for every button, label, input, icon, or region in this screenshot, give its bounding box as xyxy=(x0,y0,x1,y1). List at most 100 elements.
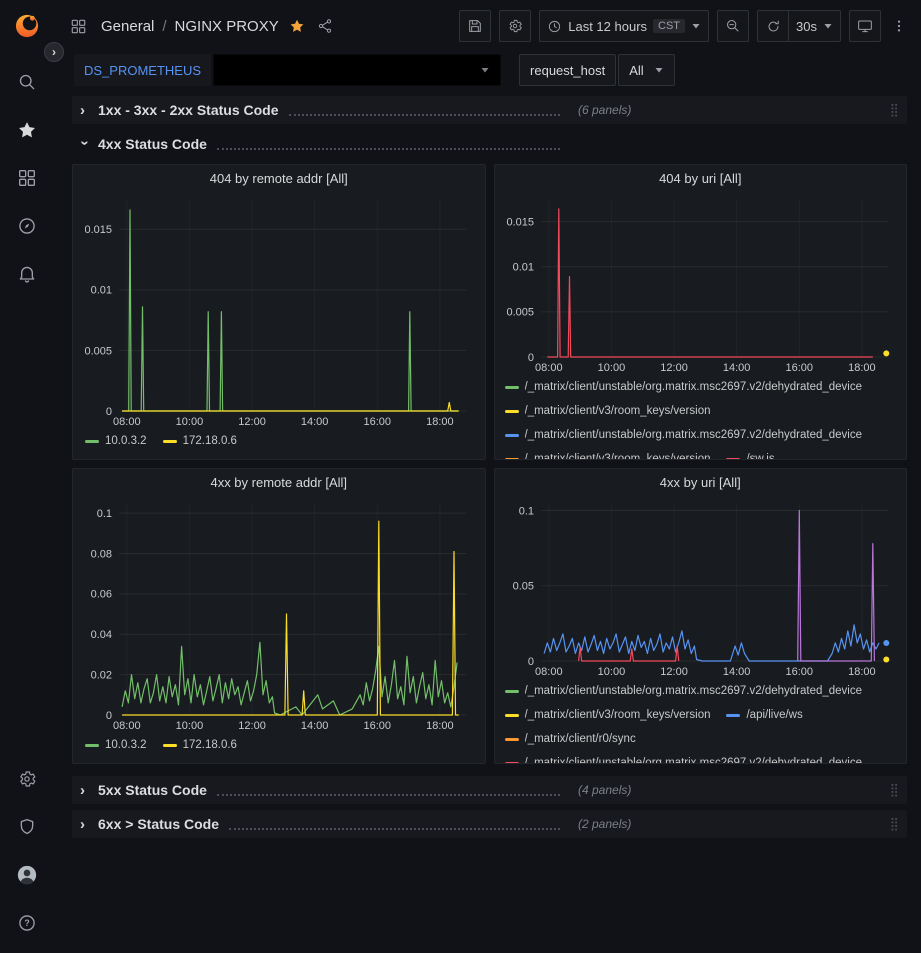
svg-text:16:00: 16:00 xyxy=(364,720,392,732)
panel-legend: /_matrix/client/unstable/org.matrix.msc2… xyxy=(495,679,907,763)
clock-icon xyxy=(547,19,562,34)
row-title: 6xx > Status Code xyxy=(98,816,219,832)
legend-item[interactable]: /_matrix/client/unstable/org.matrix.msc2… xyxy=(505,375,863,399)
legend-item[interactable]: 10.0.3.2 xyxy=(85,733,147,757)
sidebar-item-help[interactable]: ? xyxy=(7,903,47,943)
chevron-down-icon: › xyxy=(78,140,93,150)
svg-text:0.005: 0.005 xyxy=(84,345,112,357)
svg-text:12:00: 12:00 xyxy=(660,362,688,374)
row-1xx-3xx-2xx[interactable]: › 1xx - 3xx - 2xx Status Code (6 panels)… xyxy=(72,96,907,124)
sidebar-item-dashboards[interactable] xyxy=(7,158,47,198)
svg-text:08:00: 08:00 xyxy=(535,666,563,678)
legend-item[interactable]: /_matrix/client/r0/sync xyxy=(505,727,636,751)
more-options-button[interactable] xyxy=(889,14,909,38)
panel-4xx-by-remote-addr: 4xx by remote addr [All] 08:0010:0012:00… xyxy=(72,468,486,764)
legend-item[interactable]: /_matrix/client/unstable/org.matrix.msc2… xyxy=(505,679,863,703)
legend-item[interactable]: /_matrix/client/unstable/org.matrix.msc2… xyxy=(505,751,863,763)
legend-item[interactable]: /api/live/ws xyxy=(726,703,802,727)
row-drag-handle[interactable]: ⣿ xyxy=(889,102,899,118)
time-series-chart[interactable]: 08:0010:0012:0014:0016:0018:0000.020.040… xyxy=(77,495,481,733)
tv-mode-button[interactable] xyxy=(849,10,881,42)
refresh-button[interactable] xyxy=(757,10,789,42)
breadcrumb-folder[interactable]: General xyxy=(101,18,154,35)
save-icon xyxy=(467,18,483,34)
legend-label: /_matrix/client/unstable/org.matrix.msc2… xyxy=(525,429,863,441)
panel-title[interactable]: 404 by uri [All] xyxy=(495,165,907,191)
time-series-chart[interactable]: 08:0010:0012:0014:0016:0018:0000.0050.01… xyxy=(499,191,903,375)
breadcrumb-separator: / xyxy=(162,18,166,35)
panel-title[interactable]: 4xx by uri [All] xyxy=(495,469,907,495)
row-4xx[interactable]: › 4xx Status Code xyxy=(72,130,907,158)
zoom-out-button[interactable] xyxy=(717,10,749,42)
sidebar-item-configuration[interactable] xyxy=(7,759,47,799)
chart-area: 08:0010:0012:0014:0016:0018:0000.0050.01… xyxy=(495,191,907,375)
legend-item[interactable]: 172.18.0.6 xyxy=(163,429,237,453)
row-dots xyxy=(217,794,560,796)
svg-text:18:00: 18:00 xyxy=(848,362,876,374)
save-dashboard-button[interactable] xyxy=(459,10,491,42)
svg-text:0.04: 0.04 xyxy=(91,629,112,641)
dashboard-settings-button[interactable] xyxy=(499,10,531,42)
datasource-select[interactable] xyxy=(213,54,501,86)
dashboard-scroll-area[interactable]: › 1xx - 3xx - 2xx Status Code (6 panels)… xyxy=(54,90,921,953)
sidebar-item-explore[interactable] xyxy=(7,206,47,246)
expand-sidebar-button[interactable]: › xyxy=(44,42,64,62)
time-series-chart[interactable]: 08:0010:0012:0014:0016:0018:0000.0050.01… xyxy=(77,191,481,429)
legend-item[interactable]: /sw.js xyxy=(726,447,774,459)
svg-text:08:00: 08:00 xyxy=(113,720,141,732)
sidebar-item-alerting[interactable] xyxy=(7,254,47,294)
time-series-chart[interactable]: 08:0010:0012:0014:0016:0018:0000.050.1 xyxy=(499,495,903,679)
datasource-variable-label[interactable]: DS_PROMETHEUS xyxy=(74,54,211,86)
series-color-marker xyxy=(505,762,519,764)
sidebar-item-starred[interactable] xyxy=(7,110,47,150)
caret-down-icon xyxy=(654,65,664,75)
panel-404-by-remote-addr: 404 by remote addr [All] 08:0010:0012:00… xyxy=(72,164,486,460)
legend-item[interactable]: /_matrix/client/v3/room_keys/version xyxy=(505,703,711,727)
chart-area: 08:0010:0012:0014:0016:0018:0000.020.040… xyxy=(73,495,485,733)
request-host-value: All xyxy=(629,63,643,78)
svg-text:0.015: 0.015 xyxy=(84,224,112,236)
panel-title[interactable]: 404 by remote addr [All] xyxy=(73,165,485,191)
legend-label: 172.18.0.6 xyxy=(183,435,237,447)
svg-text:?: ? xyxy=(24,918,29,928)
row-5xx[interactable]: › 5xx Status Code (4 panels) ⣿ xyxy=(72,776,907,804)
refresh-interval-picker[interactable]: 30s xyxy=(789,10,841,42)
caret-down-icon xyxy=(480,65,490,75)
svg-text:16:00: 16:00 xyxy=(364,416,392,428)
row-6xx[interactable]: › 6xx > Status Code (2 panels) ⣿ xyxy=(72,810,907,838)
legend-item[interactable]: /_matrix/client/v3/room_keys/version xyxy=(505,447,711,459)
favorite-star-icon[interactable] xyxy=(287,16,307,36)
sidebar-item-server-admin[interactable] xyxy=(7,807,47,847)
svg-text:12:00: 12:00 xyxy=(238,416,266,428)
share-icon[interactable] xyxy=(315,16,335,36)
row-drag-handle[interactable]: ⣿ xyxy=(889,782,899,798)
grafana-app: ? › General / NGINX PROXY xyxy=(0,0,921,953)
legend-item[interactable]: 10.0.3.2 xyxy=(85,429,147,453)
svg-text:0: 0 xyxy=(527,352,533,364)
refresh-group: 30s xyxy=(757,10,841,42)
row-dots xyxy=(229,828,560,830)
panel-4xx-by-uri: 4xx by uri [All] 08:0010:0012:0014:0016:… xyxy=(494,468,908,764)
svg-text:0.02: 0.02 xyxy=(91,669,112,681)
series-color-marker xyxy=(505,410,519,413)
legend-item[interactable]: /_matrix/client/unstable/org.matrix.msc2… xyxy=(505,423,863,447)
apps-grid-icon[interactable] xyxy=(68,16,89,37)
sidebar-item-profile[interactable] xyxy=(7,855,47,895)
panel-title[interactable]: 4xx by remote addr [All] xyxy=(73,469,485,495)
svg-text:10:00: 10:00 xyxy=(597,666,625,678)
sidebar-item-search[interactable] xyxy=(7,62,47,102)
series-color-marker xyxy=(726,714,740,717)
legend-item[interactable]: /_matrix/client/v3/room_keys/version xyxy=(505,399,711,423)
shield-icon xyxy=(17,817,37,837)
time-range-picker[interactable]: Last 12 hours CST xyxy=(539,10,709,42)
svg-text:16:00: 16:00 xyxy=(785,666,813,678)
grafana-logo[interactable] xyxy=(11,10,43,42)
zoom-out-icon xyxy=(725,18,741,34)
row-drag-handle[interactable]: ⣿ xyxy=(889,816,899,832)
svg-text:0.06: 0.06 xyxy=(91,589,112,601)
series-color-marker xyxy=(505,386,519,389)
series-color-marker xyxy=(726,458,740,460)
legend-item[interactable]: 172.18.0.6 xyxy=(163,733,237,757)
dashboards-grid-icon xyxy=(17,168,37,188)
request-host-select[interactable]: All xyxy=(618,54,674,86)
